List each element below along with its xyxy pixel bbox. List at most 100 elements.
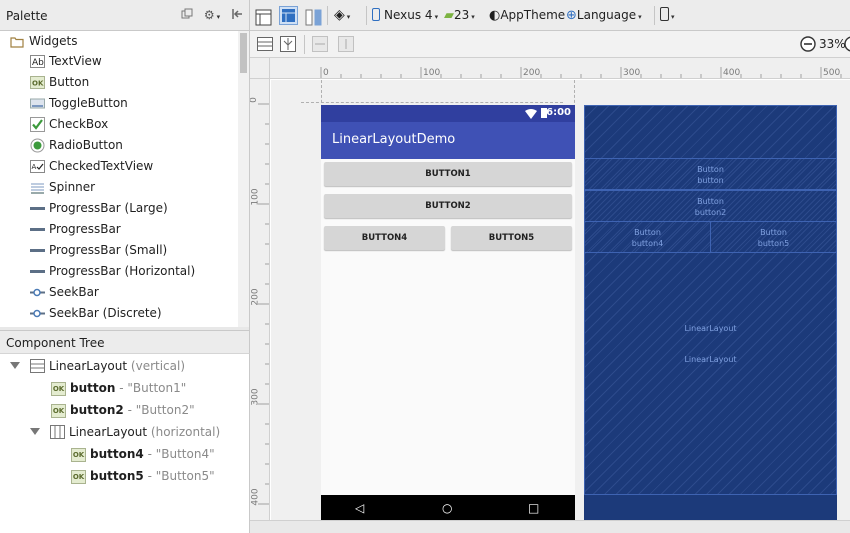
blueprint-button2[interactable]: Button button2 [584,190,837,222]
orientation-dropdown[interactable]: ◈ ▾ [334,0,350,31]
tree-node-detail: (horizontal) [150,425,221,439]
hide-panel-icon[interactable] [230,8,244,23]
back-icon: ◁ [355,501,365,515]
tree-node-detail: - "Button5" [147,469,215,483]
ruler-label: 400 [250,488,261,506]
palette-item-progressbar-small[interactable]: ProgressBar (Small) [0,240,237,261]
zoom-in-icon[interactable] [844,36,850,55]
ruler-label: 400 [723,68,741,78]
component-tree: LinearLayout (vertical) OK button - "Butt… [0,354,250,533]
preview-button2[interactable]: BUTTON2 [324,194,572,218]
android-icon: ▰ [444,8,454,23]
design-view-icon[interactable] [255,7,272,26]
progressbar-icon [30,222,45,237]
button-icon: OK [30,75,45,90]
palette-scrollbar[interactable] [238,31,249,327]
component-tree-header: Component Tree [0,330,250,354]
ruler-label: 500 [823,68,841,78]
textview-icon: Ab [30,54,45,69]
palette-item-checkbox[interactable]: CheckBox [0,114,237,135]
constraint-icon[interactable] [280,36,296,55]
preview-device-dropdown[interactable]: ▾ [660,0,675,31]
palette-item-progressbar-large[interactable]: ProgressBar (Large) [0,198,237,219]
palette-item-button[interactable]: OK Button [0,72,237,93]
palette-item-checkedtextview[interactable]: A CheckedTextView [0,156,237,177]
blueprint-layout-label: LinearLayout [684,324,737,333]
editor-toolbar: ◈ ▾ Nexus 4 ▾ ▰23 ▾ ◐AppTheme ⊕Language ▾ ▾ [250,0,850,31]
togglebutton-icon [30,96,45,111]
progressbar-icon [30,243,45,258]
svg-text:Ab: Ab [32,58,44,68]
blueprint-view-icon[interactable] [279,6,298,25]
folder-icon [10,34,25,49]
ruler-label: 100 [250,188,261,206]
expand-horizontal-icon[interactable] [312,36,328,55]
gear-icon[interactable]: ⚙ ▾ [202,8,222,23]
orientation-icon: ◈ [334,7,345,23]
palette-item-seekbar-discrete[interactable]: SeekBar (Discrete) [0,303,237,324]
preview-button4[interactable]: BUTTON4 [324,226,445,250]
palette-item-progressbar[interactable]: ProgressBar [0,219,237,240]
api-level-dropdown[interactable]: ▰23 ▾ [444,0,475,31]
split-view-icon[interactable] [305,7,322,26]
app-title: LinearLayoutDemo [332,132,456,147]
ruler-corner [250,58,270,79]
button-icon: OK [51,403,66,418]
palette-list: Widgets Ab TextView OK Button ToggleButt… [0,31,250,327]
tree-node-button2[interactable]: OK button2 - "Button2" [51,400,195,420]
horizontal-ruler: 0 100 200 300 400 500 [270,58,850,79]
button-icon: OK [51,381,66,396]
language-dropdown[interactable]: ⊕Language ▾ [566,0,642,31]
expand-arrow-icon[interactable] [30,428,40,435]
phone-icon [372,8,380,21]
preview-button5[interactable]: BUTTON5 [451,226,572,250]
phone-outline-icon [660,7,669,21]
app-bar: LinearLayoutDemo [321,122,575,159]
palette-group-widgets[interactable]: Widgets [0,31,237,52]
palette-item-progressbar-horizontal[interactable]: ProgressBar (Horizontal) [0,261,237,282]
tree-node-name: button5 [90,469,144,483]
ruler-label: 300 [250,388,261,406]
palette-item-seekbar[interactable]: SeekBar [0,282,237,303]
ruler-label: 100 [423,68,441,78]
preview-button1[interactable]: BUTTON1 [324,162,572,186]
blueprint-button4[interactable]: Button button4 [584,221,711,253]
layout-toolbar: 33% [250,31,850,58]
palette-item-togglebutton[interactable]: ToggleButton [0,93,237,114]
theme-dropdown[interactable]: ◐AppTheme [489,0,565,31]
button-icon: OK [71,469,86,484]
palette-title: Palette [6,9,48,23]
tree-node-detail: (vertical) [130,359,186,373]
ruler-label: 0 [323,68,329,78]
ruler-label: 200 [523,68,541,78]
recents-icon: □ [528,501,540,515]
linearlayout-vertical-icon [30,359,45,379]
blueprint-button1[interactable]: Button button [584,158,837,190]
device-dropdown[interactable]: Nexus 4 ▾ [372,0,438,31]
zoom-level: 33% [819,37,846,51]
blueprint-preview[interactable]: LinearLayout LinearLayout Button button … [584,105,837,521]
collapse-icon[interactable] [180,8,194,23]
home-icon: ○ [442,501,453,515]
expand-vertical-icon[interactable] [338,36,354,55]
tree-node-button4[interactable]: OK button4 - "Button4" [71,444,215,464]
device-preview[interactable]: 6:00 LinearLayoutDemo BUTTON1 BUTTON2 BU… [321,105,575,521]
wifi-icon [525,108,537,122]
zoom-out-icon[interactable] [800,36,816,55]
design-canvas[interactable]: 6:00 LinearLayoutDemo BUTTON1 BUTTON2 BU… [271,80,850,521]
palette-item-textview[interactable]: Ab TextView [0,51,237,72]
expand-arrow-icon[interactable] [10,362,20,369]
layout-view-icon[interactable] [257,37,273,54]
ruler-label: 0 [250,97,259,103]
tree-node-button[interactable]: OK button - "Button1" [51,378,186,398]
blueprint-button5[interactable]: Button button5 [710,221,837,253]
spinner-icon [30,180,45,195]
checkedtextview-icon: A [30,159,45,174]
tree-node-button5[interactable]: OK button5 - "Button5" [71,466,215,486]
tree-node-name: LinearLayout [49,359,128,373]
svg-text:OK: OK [32,80,44,88]
palette-item-spinner[interactable]: Spinner [0,177,237,198]
svg-text:A: A [32,163,37,171]
tree-node-name: button4 [90,447,144,461]
palette-item-radiobutton[interactable]: RadioButton [0,135,237,156]
